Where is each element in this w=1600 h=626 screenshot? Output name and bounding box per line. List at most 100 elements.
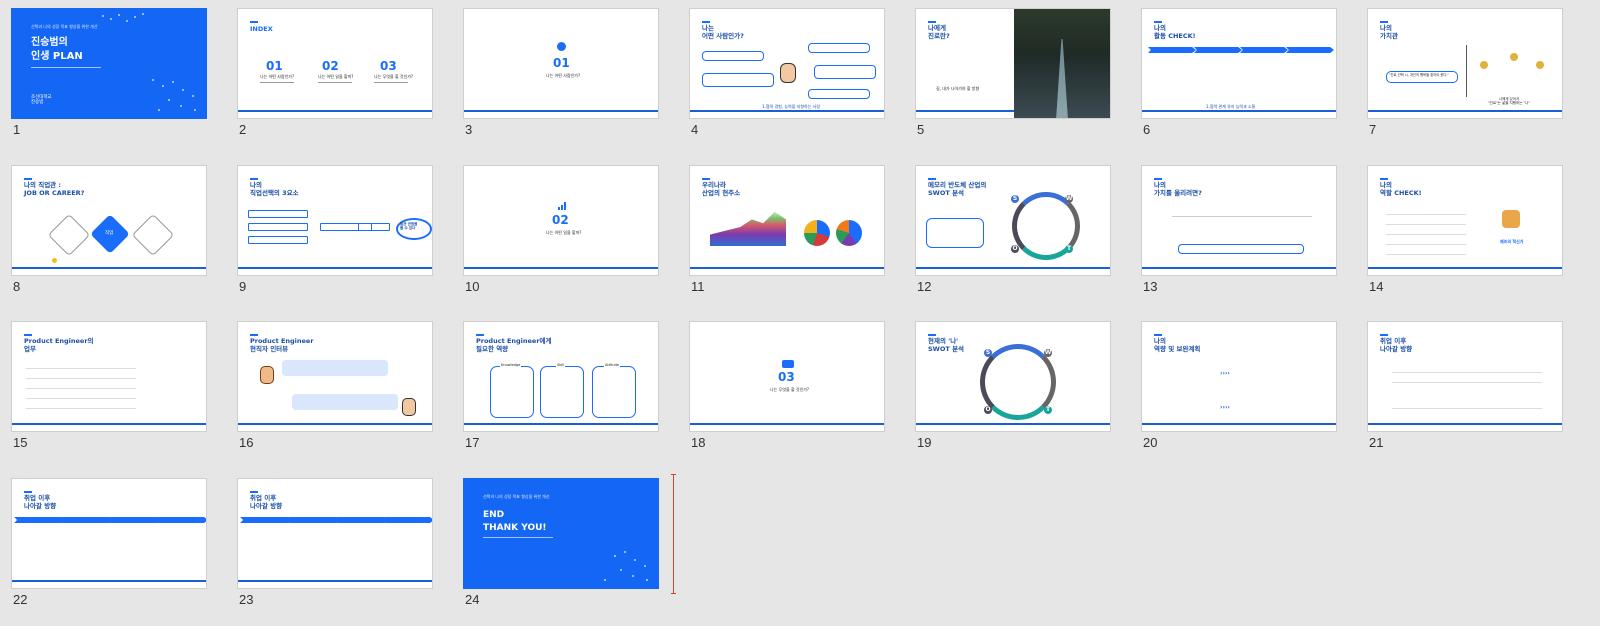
slide-number-7: 7 [1369, 122, 1377, 137]
swot-w: W [1044, 349, 1052, 357]
swot-w: W [1065, 195, 1073, 203]
area-chart-image [710, 211, 786, 246]
person-icon [557, 42, 566, 51]
slide-number-18: 18 [691, 435, 706, 450]
slide-thumbnail-23[interactable]: 취업 이후 나아갈 방향 [237, 478, 433, 589]
man-avatar-icon [402, 398, 416, 416]
avatar-icon [780, 63, 796, 83]
section-number: 02 [552, 213, 569, 227]
slide-thumbnail-15[interactable]: Product Engineer의 업무 [11, 321, 207, 432]
slide-header: Product Engineer에게 필요한 역량 [476, 337, 552, 354]
diagram-center-label: 직업 [105, 231, 114, 236]
swot-o: O [984, 406, 992, 414]
slide-thumbnail-10[interactable]: 02 나는 어떤 일을 할까? [463, 165, 659, 276]
index-number-2: 02 [322, 59, 339, 73]
section-label: 나는 어떤 사람인가? [546, 73, 581, 78]
end-slide-title: END THANK YOU! [483, 510, 547, 533]
swot-t: T [1044, 406, 1052, 414]
slide-number-9: 9 [239, 279, 247, 294]
slide-number-1: 1 [13, 122, 21, 137]
competency-skill: Skill [556, 363, 566, 368]
slide-header: Product Engineer 현직자 인터뷰 [250, 337, 314, 354]
slide-thumbnail-5[interactable]: 나에게 진로란? 길, 내가 나아가야 할 방향 [915, 8, 1111, 119]
slide-footer: 나에게 있어서 "진로"는 삶을 지탱하는 "나" [1488, 97, 1530, 106]
slide-header: 취업 이후 나아갈 방향 [24, 494, 57, 511]
slide-thumbnail-12[interactable]: 메모리 반도체 산업의 SWOT 분석 S W O T [915, 165, 1111, 276]
role-label: 제조의 혁신가 [1500, 239, 1524, 244]
slide-number-4: 4 [691, 122, 699, 137]
index-label-3: 나는 무엇을 할 것인가? [374, 74, 414, 79]
slide-thumbnail-6[interactable]: 나의 활동 CHECK! 1.협력 관계 유지 능력과 소통 [1141, 8, 1337, 119]
end-slide-subtitle: 선택과 나의 성장 목표 향상을 위한 개선 [483, 494, 550, 499]
slide-number-2: 2 [239, 122, 247, 137]
index-label-1: 나는 어떤 사람인가? [260, 74, 295, 79]
people-icon [782, 360, 794, 368]
slide-number-14: 14 [1369, 279, 1384, 294]
swot-s: S [984, 349, 992, 357]
swot-s: S [1011, 195, 1019, 203]
slide-header: 메모리 반도체 산업의 SWOT 분석 [928, 181, 987, 198]
woman-avatar-icon [260, 366, 274, 384]
slide-number-11: 11 [691, 279, 705, 294]
slide-header: 나의 활동 CHECK! [1154, 24, 1196, 41]
slide-header: 나의 직업관 : JOB OR CAREER? [24, 181, 85, 198]
slide-thumbnail-21[interactable]: 취업 이후 나아갈 방향 [1367, 321, 1563, 432]
slide-thumbnail-8[interactable]: 나의 직업관 : JOB OR CAREER? 직업 [11, 165, 207, 276]
slide-header: 취업 이후 나아갈 방향 [1380, 337, 1413, 354]
slide-number-12: 12 [917, 279, 932, 294]
slide-footer: 길, 내가 나아가야 할 방향 [936, 86, 980, 91]
slide-number-19: 19 [917, 435, 932, 450]
slide-thumbnail-14[interactable]: 나의 역할 CHECK! 제조의 혁신가 [1367, 165, 1563, 276]
slide-number-22: 22 [13, 592, 28, 607]
slide-header: 나의 역할 CHECK! [1380, 181, 1422, 198]
swot-o: O [1011, 245, 1019, 253]
slide-header: INDEX [250, 25, 273, 33]
slide-thumbnail-7[interactable]: 나의 가치관 "진로 선택 시, 개인의 행복을 찾아야 한다." 나에게 있어… [1367, 8, 1563, 119]
worker-icon [1502, 210, 1520, 228]
arrow-chevrons: ›››› [1220, 404, 1230, 411]
index-number-1: 01 [266, 59, 283, 73]
section-label: 나는 어떤 일을 할까? [546, 230, 582, 235]
slide-thumbnail-3[interactable]: 01 나는 어떤 사람인가? [463, 8, 659, 119]
slide-number-13: 13 [1143, 279, 1158, 294]
bar-chart-icon [558, 202, 566, 210]
arrow-chevrons: ›››› [1220, 370, 1230, 377]
lightbulb-icon [52, 258, 57, 263]
slide-number-8: 8 [13, 279, 21, 294]
money-bag-icon [1510, 53, 1518, 61]
slide-thumbnail-19[interactable]: 현재의 '나' SWOT 분석 S W O T [915, 321, 1111, 432]
slide-number-10: 10 [465, 279, 480, 294]
slide-thumbnail-17[interactable]: Product Engineer에게 필요한 역량 Knowledge Skil… [463, 321, 659, 432]
slide-thumbnail-11[interactable]: 우리나라 산업의 현주소 [689, 165, 885, 276]
slide-thumbnail-2[interactable]: INDEX 01 02 03 나는 어떤 사람인가? 나는 어떤 일을 할까? … [237, 8, 433, 119]
slide-thumbnail-9[interactable]: 나의 직업선택의 3요소 일관 관점을 볼 수 있다 [237, 165, 433, 276]
slide-number-23: 23 [239, 592, 254, 607]
slide-thumbnail-24[interactable]: 선택과 나의 성장 목표 향상을 위한 개선 END THANK YOU! [463, 478, 659, 589]
pie-chart-image [836, 220, 862, 246]
swot-t: T [1065, 245, 1073, 253]
slide-thumbnail-18[interactable]: 03 나는 무엇을 할 것인가? [689, 321, 885, 432]
money-bag-icon [1536, 61, 1544, 69]
slide-thumbnail-16[interactable]: Product Engineer 현직자 인터뷰 [237, 321, 433, 432]
highlight-bubble-text: 일관 관점을 볼 수 있다 [400, 222, 418, 231]
competency-knowledge: Knowledge [500, 363, 522, 368]
slide-number-20: 20 [1143, 435, 1158, 450]
slide-header: 현재의 '나' SWOT 분석 [928, 337, 965, 354]
section-number: 01 [553, 56, 570, 70]
slide-thumbnail-22[interactable]: 취업 이후 나아갈 방향 [11, 478, 207, 589]
slide-header: 나에게 진로란? [928, 24, 950, 41]
title-slide-title: 진승범의 인생 PLAN [31, 37, 83, 62]
index-label-2: 나는 어떤 일을 할까? [318, 74, 354, 79]
slide-thumbnail-1[interactable]: 선택과 나의 성장 목표 향상을 위한 개선 진승범의 인생 PLAN 조선대학… [11, 8, 207, 119]
money-bag-icon [1480, 61, 1488, 69]
slide-number-16: 16 [239, 435, 254, 450]
slide-thumbnail-20[interactable]: 나의 역량 및 보완계획 ›››› ›››› [1141, 321, 1337, 432]
slide-header: 나의 가치관 [1380, 24, 1398, 41]
slide-thumbnail-13[interactable]: 나의 가치를 올리려면? [1141, 165, 1337, 276]
pie-chart-image [804, 220, 830, 246]
slide-header: Product Engineer의 업무 [24, 337, 94, 354]
slide-thumbnail-4[interactable]: 나는 어떤 사람인가? 1.협력 경험, 능력을 지향하는 사람 [689, 8, 885, 119]
slide-header: 우리나라 산업의 현주소 [702, 181, 741, 198]
slide-header: 나의 역량 및 보완계획 [1154, 337, 1201, 354]
title-slide-subtitle: 선택과 나의 성장 목표 향상을 위한 개선 [31, 24, 98, 29]
